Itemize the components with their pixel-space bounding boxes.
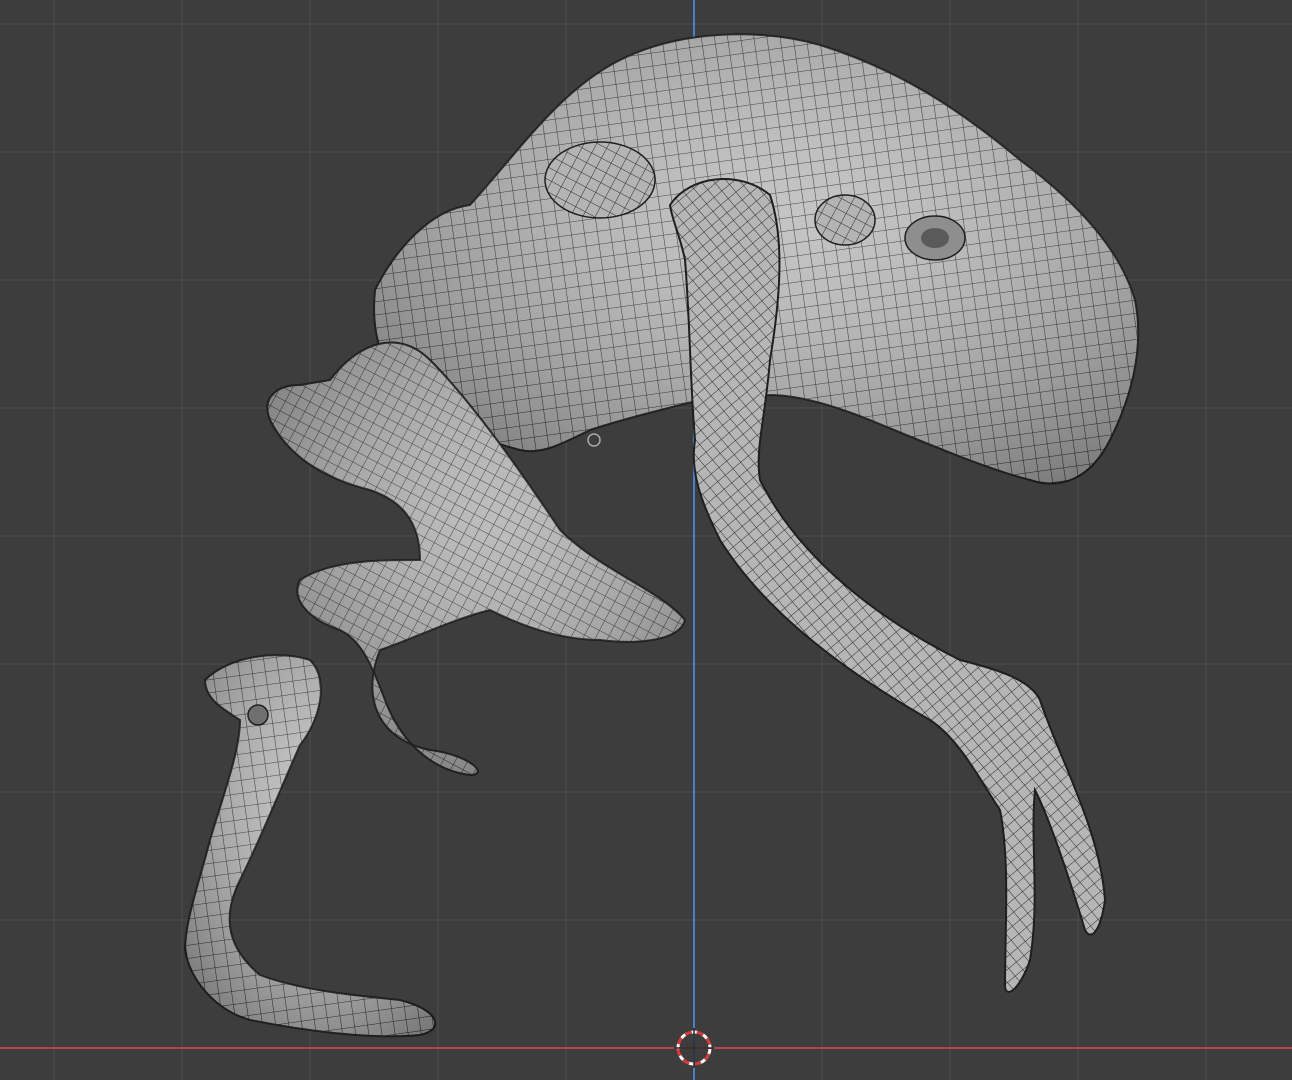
3d-viewport[interactable] [0,0,1292,1080]
3d-cursor-icon[interactable] [674,1028,714,1068]
mesh-eye-socket-inner [921,228,949,248]
mesh-shoulder-bump-left [544,141,656,219]
viewport-canvas[interactable] [0,0,1292,1080]
mesh-knee-pole [247,704,269,726]
object-origin[interactable] [587,433,601,447]
mesh-elbow-bump [814,194,876,246]
